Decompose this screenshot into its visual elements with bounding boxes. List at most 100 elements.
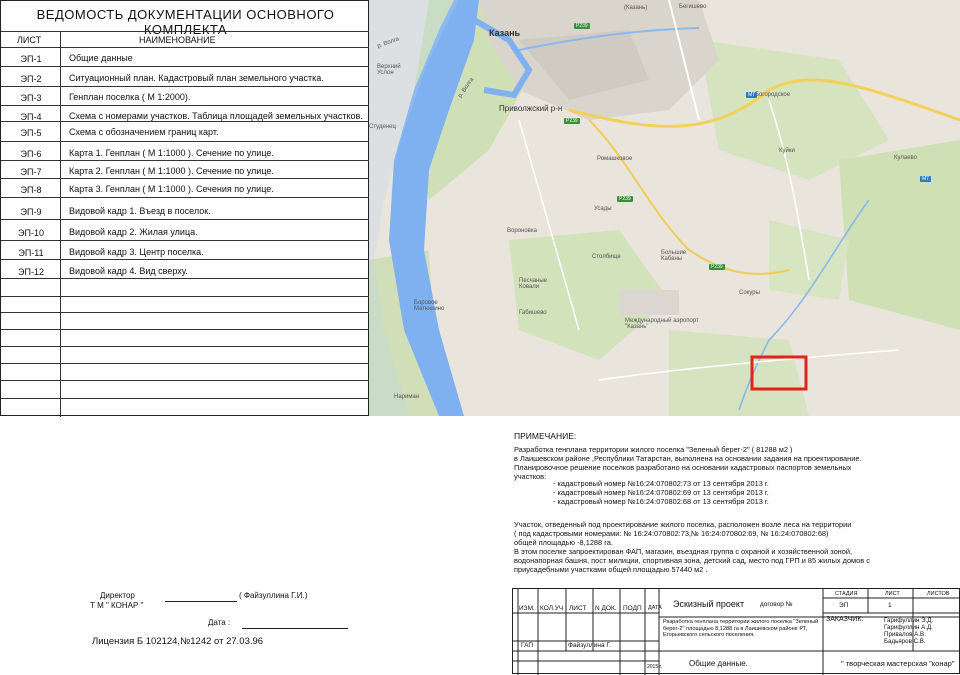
notes-heading: ПРИМЕЧАНИЕ: (514, 431, 577, 441)
row-divider (1, 86, 370, 87)
map-label: (Казань) (624, 5, 648, 11)
row-divider (1, 178, 370, 179)
row-divider (1, 66, 370, 67)
director-name: ( Файзуллина Г.И.) (239, 591, 308, 600)
sheet-name: Видовой кадр 2. Жилая улица. (69, 227, 198, 237)
row-divider (1, 278, 370, 279)
sheet-code: ЭП-10 (18, 228, 44, 238)
signature-line (165, 601, 237, 602)
stamp-studio: " творческая мастерская "конар" (841, 659, 955, 668)
sheet-code: ЭП-8 (20, 185, 42, 195)
road-shield: P239 (709, 264, 725, 270)
stamp-col-kol: КОЛ.УЧ (540, 605, 564, 612)
stamp-stadia-value: ЭП (839, 602, 849, 609)
map-canvas (369, 0, 960, 416)
sheet-name: Видовой кадр 4. Вид сверху. (69, 266, 188, 276)
sheet-code: ЭП-9 (20, 207, 42, 217)
sheet-code: ЭП-11 (18, 248, 44, 258)
stamp-stadia-header: СТАДИЯ (835, 591, 858, 597)
note-paragraph-line: ( под кадастровыми номерами: № 16:24:070… (514, 529, 829, 538)
map-label: Верхний Услон (377, 64, 401, 76)
road-shield: M7 (746, 92, 757, 98)
road-shield: P239 (617, 196, 633, 202)
map-label: Кулаево (894, 155, 917, 161)
stamp-year: 2015 г. (647, 664, 663, 670)
row-divider (1, 197, 370, 198)
sheet-code: ЭП-5 (20, 128, 42, 138)
sheet-name: Общие данные (69, 53, 133, 63)
map-label: Песчаные Ковали (519, 278, 548, 290)
sheet-name: Карта 3. Генплан ( М 1:1000 ). Сечения п… (69, 184, 274, 194)
note-line: Разработка генплана территории жилого по… (514, 445, 793, 454)
map-label: Столбище (592, 254, 621, 260)
map-label: Сокуры (739, 290, 760, 296)
sheet-name: Видовой кадр 1. Въезд в поселок. (69, 206, 211, 216)
column-header-sheet: ЛИСТ (17, 35, 42, 45)
map-label: Бегишево (679, 4, 707, 10)
title-block: ИЗМ. КОЛ.УЧ ЛИСТ N ДОК. ПОДП ДАТА Эскизн… (512, 588, 960, 675)
cadastre-line: - кадастровый номер №16:24:070802:69 от … (553, 488, 769, 497)
document-register-table: ВЕДОМОСТЬ ДОКУМЕНТАЦИИ ОСНОВНОГО КОМПЛЕК… (0, 0, 370, 417)
stamp-col-data: ДАТА (648, 605, 662, 611)
stamp-col-list: ЛИСТ (569, 605, 587, 612)
row-divider (1, 380, 370, 381)
customer-name: Привалов А.В. (884, 631, 926, 638)
road-shield: P239 (574, 23, 590, 29)
row-divider (1, 240, 370, 241)
stamp-gap-label: ГАП (521, 642, 534, 649)
stamp-col-podp: ПОДП (623, 605, 642, 612)
sheet-code: ЭП-4 (20, 112, 42, 122)
note-paragraph-line: Участок, отведенный под проектирование ж… (514, 520, 852, 529)
row-divider (1, 141, 370, 142)
row-divider (1, 296, 370, 297)
row-divider (1, 329, 370, 330)
row-divider (1, 219, 370, 220)
date-label: Дата : (208, 618, 231, 627)
row-divider (1, 363, 370, 364)
map-label-district: Приволжский р-н (499, 104, 563, 113)
date-line (242, 628, 348, 629)
map-label-kazan: Казань (489, 28, 521, 38)
map-label: Ромашковое (597, 156, 633, 162)
map-label: Большие Кабаны (661, 250, 687, 262)
map-label: Богородское (755, 92, 791, 98)
sheet-code: ЭП-3 (20, 93, 42, 103)
road-shield: M7 (920, 176, 931, 182)
map-label: Усады (594, 206, 612, 212)
sheet-name: Схема с обозначением границ карт. (69, 127, 219, 137)
row-divider (1, 346, 370, 347)
divider (1, 47, 370, 48)
note-line: Планировочное решение поселков разработа… (514, 463, 852, 472)
row-divider (1, 160, 370, 161)
road-shield: P239 (564, 118, 580, 124)
sheet-name: Видовой кадр 3. Центр поселка. (69, 247, 204, 257)
map-label: Габишево (519, 310, 547, 316)
stamp-contract: договор № (760, 601, 793, 608)
note-paragraph-line: водонапорная башня, пост милиции, спорти… (514, 556, 870, 565)
sheet-code: ЭП-12 (18, 267, 44, 277)
column-header-name: НАИМЕНОВАНИЕ (139, 35, 216, 45)
license-text: Лицензия Б 102124,№1242 от 27.03.96 (92, 636, 264, 647)
company-label: Т М " КОНАР " (90, 601, 144, 610)
map-label: Боровое Матюшино (414, 300, 445, 312)
sheet-name: Карта 2. Генплан ( М 1:1000 ). Сечение п… (69, 166, 274, 176)
divider (1, 31, 370, 32)
note-paragraph-line: общей площадью -8,1288 га. (514, 538, 613, 547)
stamp-list-value: 1 (888, 602, 892, 609)
map-label: Куйки (779, 148, 795, 154)
sheet-code: ЭП-2 (20, 74, 42, 84)
column-divider (60, 31, 61, 417)
map-label: Нариман (394, 394, 420, 400)
sheet-name: Карта 1. Генплан ( М 1:1000 ). Сечение п… (69, 148, 274, 158)
situation-map: (Казань) Казань р. Волга р. Волга Привол… (369, 0, 960, 416)
note-paragraph-line: приусадебными участками общей площадью 5… (514, 565, 708, 574)
note-line: в Лаишевском районе ,Республики Татарста… (514, 454, 862, 463)
stamp-col-ndok: N ДОК. (595, 605, 617, 612)
sheet-code: ЭП-7 (20, 167, 42, 177)
stamp-col-izm: ИЗМ. (519, 605, 535, 612)
note-line: участков: (514, 472, 547, 481)
stamp-stage-title: Эскизный проект (673, 599, 745, 609)
director-label: Директор (100, 591, 135, 600)
map-label: Вороновка (507, 228, 537, 234)
register-title: ВЕДОМОСТЬ ДОКУМЕНТАЦИИ ОСНОВНОГО КОМПЛЕК… (36, 7, 335, 37)
